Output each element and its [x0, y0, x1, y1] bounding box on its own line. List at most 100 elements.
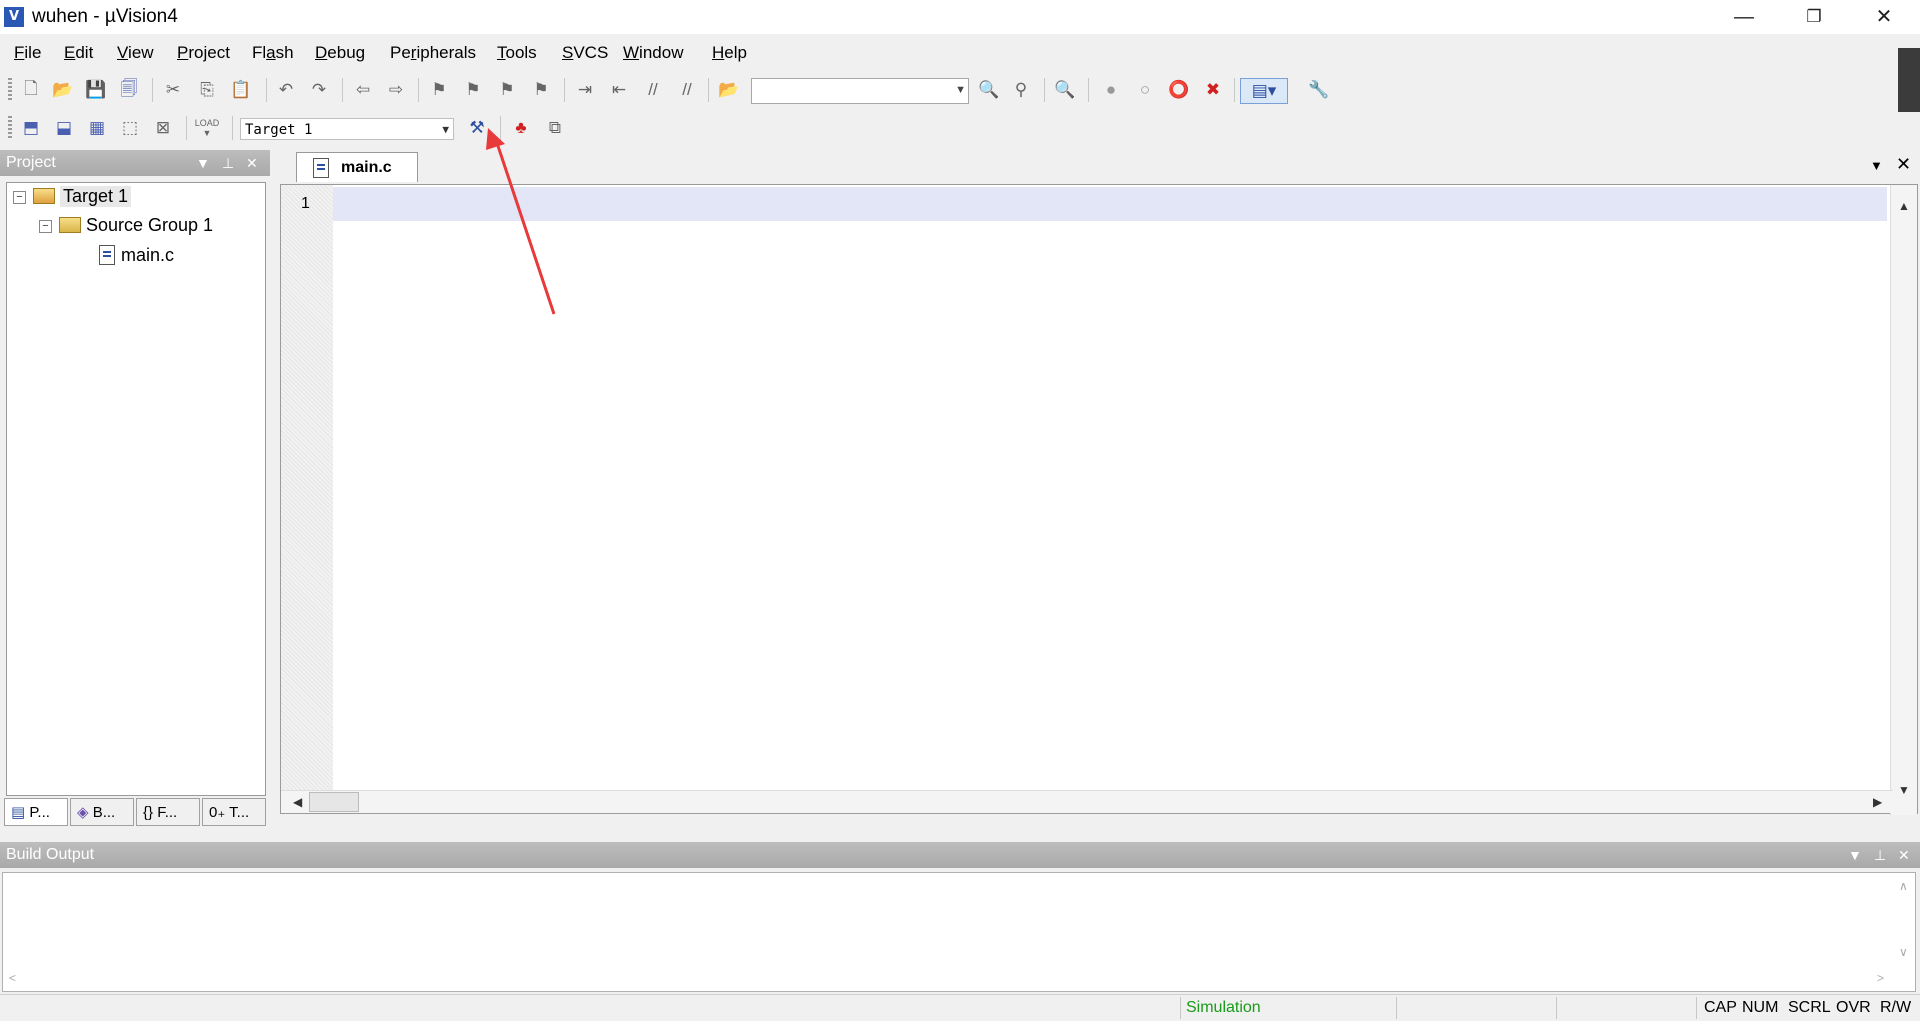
target-options-icon[interactable]: ⚒: [464, 116, 490, 140]
restore-button[interactable]: ❐: [1782, 0, 1846, 34]
comment-icon[interactable]: //: [640, 78, 666, 102]
toolbar-grip[interactable]: [8, 78, 12, 102]
chevron-down-icon[interactable]: ▼: [442, 119, 449, 141]
debug-session-icon[interactable]: 🔍: [1052, 78, 1078, 102]
tab-project[interactable]: ▤ P...: [4, 798, 68, 826]
save-all-icon[interactable]: 🗐: [116, 78, 142, 102]
find-icon[interactable]: 🔍: [976, 78, 1002, 102]
open-file-icon[interactable]: 📂: [50, 78, 76, 102]
tree-node-file[interactable]: main.c: [99, 243, 174, 267]
unindent-icon[interactable]: ⇤: [606, 78, 632, 102]
scroll-left-icon[interactable]: <: [9, 971, 16, 985]
horizontal-scroll-thumb[interactable]: [309, 792, 359, 812]
collapse-icon[interactable]: −: [39, 220, 52, 233]
minimize-button[interactable]: —: [1712, 0, 1776, 34]
scroll-left-icon[interactable]: ◀: [293, 795, 302, 809]
stop-build-icon[interactable]: ⊠: [150, 116, 176, 140]
project-pane-tabs: ▤ P... ◈ B... {} F... 0₊ T...: [4, 798, 268, 828]
scroll-right-icon[interactable]: ▶: [1873, 795, 1882, 809]
copy-icon[interactable]: ⎘: [194, 78, 220, 102]
scroll-down-icon[interactable]: ∨: [1899, 945, 1908, 959]
templates-tab-icon: 0₊: [209, 804, 226, 821]
find-combo[interactable]: ▼: [751, 78, 969, 104]
menu-tools[interactable]: Tools: [497, 43, 537, 63]
scroll-up-icon[interactable]: ∧: [1899, 879, 1908, 893]
new-file-icon[interactable]: 🗋: [18, 78, 44, 102]
menu-view[interactable]: View: [117, 43, 154, 63]
target-select-value: Target 1: [245, 122, 313, 138]
menu-svcs[interactable]: SVCS: [562, 43, 608, 63]
current-line-highlight[interactable]: [333, 187, 1887, 221]
build-output-header: Build Output ▼ ⊥ ✕: [0, 842, 1920, 868]
chevron-down-icon[interactable]: ▼: [955, 84, 966, 96]
tree-node-file-label: main.c: [121, 244, 175, 265]
incremental-find-icon[interactable]: ⚲: [1008, 78, 1034, 102]
tab-templates[interactable]: 0₊ T...: [202, 798, 266, 826]
tree-node-source-group[interactable]: Source Group 1: [59, 213, 213, 237]
select-packet-icon[interactable]: ⧉: [542, 116, 568, 140]
batch-build-icon[interactable]: ⬚: [117, 116, 143, 140]
find-in-files-icon[interactable]: 📂: [716, 78, 742, 102]
close-pane-icon[interactable]: ✕: [246, 150, 258, 176]
breakpoint-enable-icon[interactable]: ○: [1132, 78, 1158, 102]
close-pane-icon[interactable]: ✕: [1898, 842, 1910, 868]
menu-file[interactable]: File: [14, 43, 41, 63]
breakpoint-disable-all-icon[interactable]: ⭕: [1166, 78, 1192, 102]
project-tab-icon: ▤: [11, 804, 26, 821]
tree-node-target[interactable]: Target 1: [33, 184, 132, 208]
rebuild-icon[interactable]: ▦: [84, 116, 110, 140]
menu-window[interactable]: Window: [623, 43, 683, 63]
build-output-text[interactable]: < > ∧ ∨: [2, 872, 1916, 992]
target-select[interactable]: Target 1 ▼: [240, 118, 454, 140]
tab-list-icon[interactable]: ▼: [1870, 158, 1883, 173]
close-editor-icon[interactable]: ✕: [1896, 154, 1911, 175]
menu-peripherals[interactable]: Peripherals: [390, 43, 476, 63]
tree-node-target-label: Target 1: [60, 185, 132, 207]
build-icon[interactable]: ⬓: [51, 116, 77, 140]
c-file-icon: [313, 158, 329, 178]
horizontal-scrollbar[interactable]: ◀ ▶: [281, 790, 1893, 813]
breakpoint-kill-all-icon[interactable]: ✖: [1200, 78, 1226, 102]
bookmark-next-icon[interactable]: ⚑: [494, 78, 520, 102]
editor-tab-main-c[interactable]: main.c: [296, 152, 418, 182]
uncomment-icon[interactable]: //: [674, 78, 700, 102]
indent-icon[interactable]: ⇥: [572, 78, 598, 102]
tab-functions[interactable]: {} F...: [136, 798, 200, 826]
navigate-back-icon[interactable]: ⇦: [350, 78, 376, 102]
collapse-icon[interactable]: −: [13, 191, 26, 204]
pane-menu-icon[interactable]: ▼: [1848, 842, 1862, 868]
configure-icon[interactable]: 🔧: [1306, 78, 1332, 102]
download-icon[interactable]: LOAD ▼: [194, 116, 220, 140]
cut-icon[interactable]: ✂: [160, 78, 186, 102]
translate-icon[interactable]: ⬒: [18, 116, 44, 140]
menu-help[interactable]: Help: [712, 43, 747, 63]
bookmark-clear-icon[interactable]: ⚑: [528, 78, 554, 102]
menu-flash[interactable]: Flash: [252, 43, 294, 63]
pin-icon[interactable]: ⊥: [222, 150, 234, 176]
menu-edit[interactable]: Edit: [64, 43, 93, 63]
scroll-right-icon[interactable]: >: [1877, 971, 1884, 985]
editor-tab-label: main.c: [341, 159, 392, 176]
breakpoint-insert-icon[interactable]: ●: [1098, 78, 1124, 102]
code-editor[interactable]: 1 ▲ ▼ ◀ ▶: [280, 184, 1918, 815]
menu-project[interactable]: Project: [177, 43, 230, 63]
bookmark-prev-icon[interactable]: ⚑: [460, 78, 486, 102]
scroll-up-icon[interactable]: ▲: [1898, 199, 1910, 213]
status-bar: Simulation CAP NUM SCRL OVR R/W: [0, 994, 1920, 1021]
window-layout-icon[interactable]: ▤▾: [1240, 78, 1288, 104]
paste-icon[interactable]: 📋: [228, 78, 254, 102]
tab-books[interactable]: ◈ B...: [70, 798, 134, 826]
save-icon[interactable]: 💾: [83, 78, 109, 102]
toolbar-grip[interactable]: [8, 116, 12, 140]
menu-debug[interactable]: Debug: [315, 43, 365, 63]
scroll-down-icon[interactable]: ▼: [1898, 783, 1910, 797]
navigate-forward-icon[interactable]: ⇨: [383, 78, 409, 102]
close-window-button[interactable]: ✕: [1852, 0, 1916, 34]
pin-icon[interactable]: ⊥: [1874, 842, 1886, 868]
manage-components-icon[interactable]: ♣: [508, 116, 534, 140]
bookmark-toggle-icon[interactable]: ⚑: [426, 78, 452, 102]
redo-icon[interactable]: ↷: [306, 78, 332, 102]
undo-icon[interactable]: ↶: [273, 78, 299, 102]
vertical-scrollbar[interactable]: ▲ ▼: [1890, 185, 1917, 815]
pane-menu-icon[interactable]: ▼: [196, 150, 210, 176]
